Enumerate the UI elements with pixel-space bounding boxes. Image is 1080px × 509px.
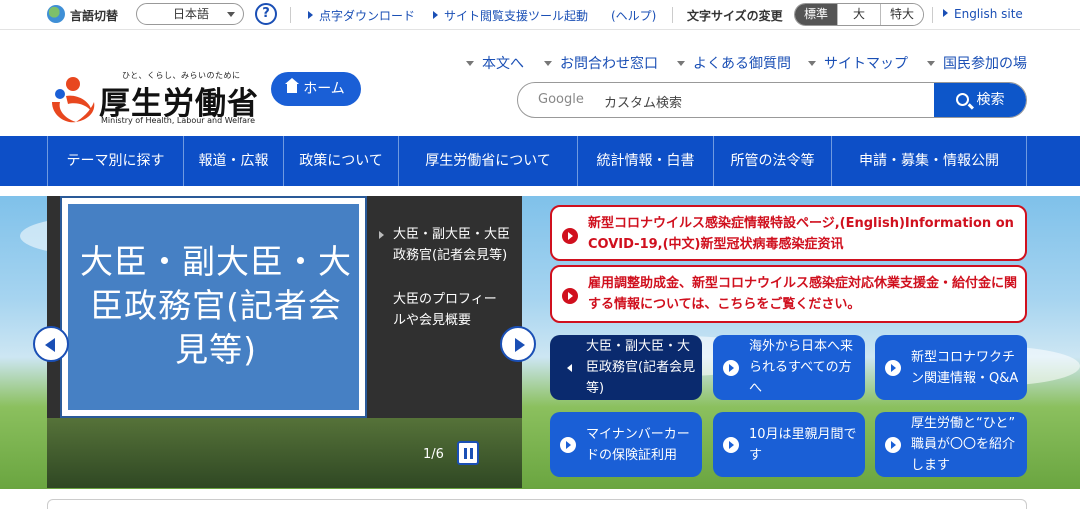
- header-link-label: お問合わせ窓口: [560, 56, 658, 72]
- language-label: 言語切替: [70, 9, 119, 23]
- logo-subtitle: Ministry of Health, Labour and Welfare: [101, 116, 256, 125]
- header-link-label: サイトマップ: [824, 56, 908, 72]
- slide-side-title-label: 大臣・副大臣・大臣政務官(記者会見等): [393, 227, 511, 263]
- carousel-counter: 1/6: [423, 447, 444, 462]
- arrow-circle-icon: [562, 288, 578, 304]
- chevron-down-icon: [808, 61, 816, 66]
- carousel-prev-button[interactable]: [33, 326, 69, 362]
- chevron-down-icon: [227, 12, 235, 17]
- arrow-left-icon: [560, 360, 576, 376]
- arrow-circle-icon: [723, 360, 739, 376]
- chevron-down-icon: [677, 61, 685, 66]
- tile-label: 厚生労働と“ひと” 職員が〇〇を紹介します: [911, 416, 1016, 473]
- tile-label: 新型コロナワクチン関連情報・Q&A: [911, 349, 1019, 386]
- nav-item-about[interactable]: 厚生労働省について: [399, 136, 578, 186]
- content-box-top: [47, 499, 1027, 509]
- carousel: 大臣・副大臣・大臣政務官(記者会見等) 大臣・副大臣・大臣政務官(記者会見等) …: [47, 196, 522, 488]
- header-link-main-content[interactable]: 本文へ: [466, 53, 524, 73]
- home-label: ホーム: [303, 81, 345, 97]
- nav-item-applications[interactable]: 申請・募集・情報公開: [832, 136, 1027, 186]
- alert-employment-text: 雇用調整助成金、新型コロナウイルス感染症対応休業支援金・給付金に関する情報につい…: [588, 276, 1018, 312]
- nav-item-statistics[interactable]: 統計情報・白書: [578, 136, 714, 186]
- header-link-label: よくある御質問: [693, 56, 791, 72]
- braille-download-link[interactable]: 点字ダウンロード: [308, 7, 415, 24]
- nav-item-policy[interactable]: 政策について: [284, 136, 399, 186]
- tile-mynumber-card[interactable]: マイナンバーカードの保険証利用: [550, 412, 702, 477]
- carousel-next-button[interactable]: [500, 326, 536, 362]
- arrow-circle-icon: [562, 228, 578, 244]
- tile-minister-press[interactable]: 大臣・副大臣・大臣政務官(記者会見等): [550, 335, 702, 400]
- nav-item-laws[interactable]: 所管の法令等: [714, 136, 832, 186]
- search-button[interactable]: 検索: [934, 83, 1026, 117]
- home-icon: [285, 78, 300, 93]
- divider: [932, 7, 933, 23]
- search-input[interactable]: [518, 83, 936, 117]
- font-size-large-button[interactable]: 大: [837, 4, 880, 25]
- nav-item-themes[interactable]: テーマ別に探す: [47, 136, 184, 186]
- header-link-label: 国民参加の場: [943, 56, 1027, 72]
- header-link-label: 本文へ: [482, 56, 524, 72]
- english-site-link[interactable]: English site: [943, 7, 1023, 21]
- search-button-label: 検索: [976, 92, 1005, 108]
- tile-staff-introduction[interactable]: 厚生労働と“ひと” 職員が〇〇を紹介します: [875, 412, 1027, 477]
- arrow-right-icon: [379, 231, 384, 239]
- browsing-support-link[interactable]: サイト閲覧支援ツール起動: [433, 7, 588, 24]
- language-value: 日本語: [173, 7, 210, 21]
- carousel-pause-button[interactable]: [457, 441, 479, 465]
- chevron-down-icon: [544, 61, 552, 66]
- carousel-slide[interactable]: 大臣・副大臣・大臣政務官(記者会見等): [60, 196, 367, 418]
- alert-covid-info[interactable]: 新型コロナウイルス感染症情報特設ページ,(English)Information…: [550, 205, 1027, 261]
- utility-bar: 言語切替 日本語 ? 点字ダウンロード サイト閲覧支援ツール起動 (ヘルプ) 文…: [0, 0, 1080, 30]
- help-link[interactable]: (ヘルプ): [611, 7, 656, 24]
- slide-ground-image: [47, 418, 522, 488]
- tile-label: マイナンバーカードの保険証利用: [586, 426, 690, 463]
- search-icon: [955, 93, 969, 106]
- mhlw-logo-icon[interactable]: [46, 72, 98, 124]
- arrow-right-icon: [433, 11, 438, 19]
- arrow-right-icon: [943, 9, 948, 17]
- alert-covid-text: 新型コロナウイルス感染症情報特設ページ,(English)Information…: [588, 216, 1014, 252]
- tile-vaccine-info[interactable]: 新型コロナワクチン関連情報・Q&A: [875, 335, 1027, 400]
- font-size-switcher: 標準 大 特大: [794, 3, 924, 26]
- arrow-circle-icon: [723, 437, 739, 453]
- arrow-circle-icon: [885, 437, 901, 453]
- font-size-xlarge-button[interactable]: 特大: [880, 4, 923, 25]
- globe-icon: [47, 5, 65, 23]
- tile-label: 海外から日本へ来られるすべての方へ: [749, 339, 854, 396]
- arrow-circle-icon: [560, 437, 576, 453]
- header-link-faq[interactable]: よくある御質問: [677, 53, 791, 73]
- font-size-standard-button[interactable]: 標準: [795, 4, 837, 25]
- font-size-label: 文字サイズの変更: [687, 9, 783, 23]
- tile-foster-month[interactable]: 10月は里親月間です: [713, 412, 865, 477]
- divider: [290, 7, 291, 23]
- global-nav: テーマ別に探す 報道・広報 政策について 厚生労働省について 統計情報・白書 所…: [0, 136, 1080, 186]
- chevron-down-icon: [927, 61, 935, 66]
- arrow-right-icon: [308, 11, 313, 19]
- header-link-contact[interactable]: お問合わせ窓口: [544, 53, 658, 73]
- alert-employment-subsidy[interactable]: 雇用調整助成金、新型コロナウイルス感染症対応休業支援金・給付金に関する情報につい…: [550, 265, 1027, 323]
- english-site-label: English site: [954, 7, 1023, 21]
- tile-entry-to-japan[interactable]: 海外から日本へ来られるすべての方へ: [713, 335, 865, 400]
- tile-label: 大臣・副大臣・大臣政務官(記者会見等): [586, 339, 696, 396]
- tile-label: 10月は里親月間です: [749, 426, 857, 463]
- nav-item-press[interactable]: 報道・広報: [184, 136, 284, 186]
- divider: [672, 7, 673, 23]
- braille-download-label: 点字ダウンロード: [319, 9, 416, 23]
- help-icon[interactable]: ?: [255, 3, 277, 25]
- chevron-down-icon: [466, 61, 474, 66]
- browsing-support-label: サイト閲覧支援ツール起動: [444, 9, 589, 23]
- header-link-public-participation[interactable]: 国民参加の場: [927, 53, 1027, 73]
- slide-side-title[interactable]: 大臣・副大臣・大臣政務官(記者会見等): [379, 224, 513, 266]
- arrow-circle-icon: [885, 360, 901, 376]
- home-button[interactable]: ホーム: [271, 72, 361, 106]
- language-select[interactable]: 日本語: [136, 3, 244, 25]
- slide-title: 大臣・副大臣・大臣政務官(記者会見等): [80, 242, 352, 369]
- header-link-sitemap[interactable]: サイトマップ: [808, 53, 908, 73]
- search-bar: Google カスタム検索 検索: [517, 82, 1027, 118]
- slide-side-description: 大臣のプロフィールや会見概要: [393, 292, 497, 328]
